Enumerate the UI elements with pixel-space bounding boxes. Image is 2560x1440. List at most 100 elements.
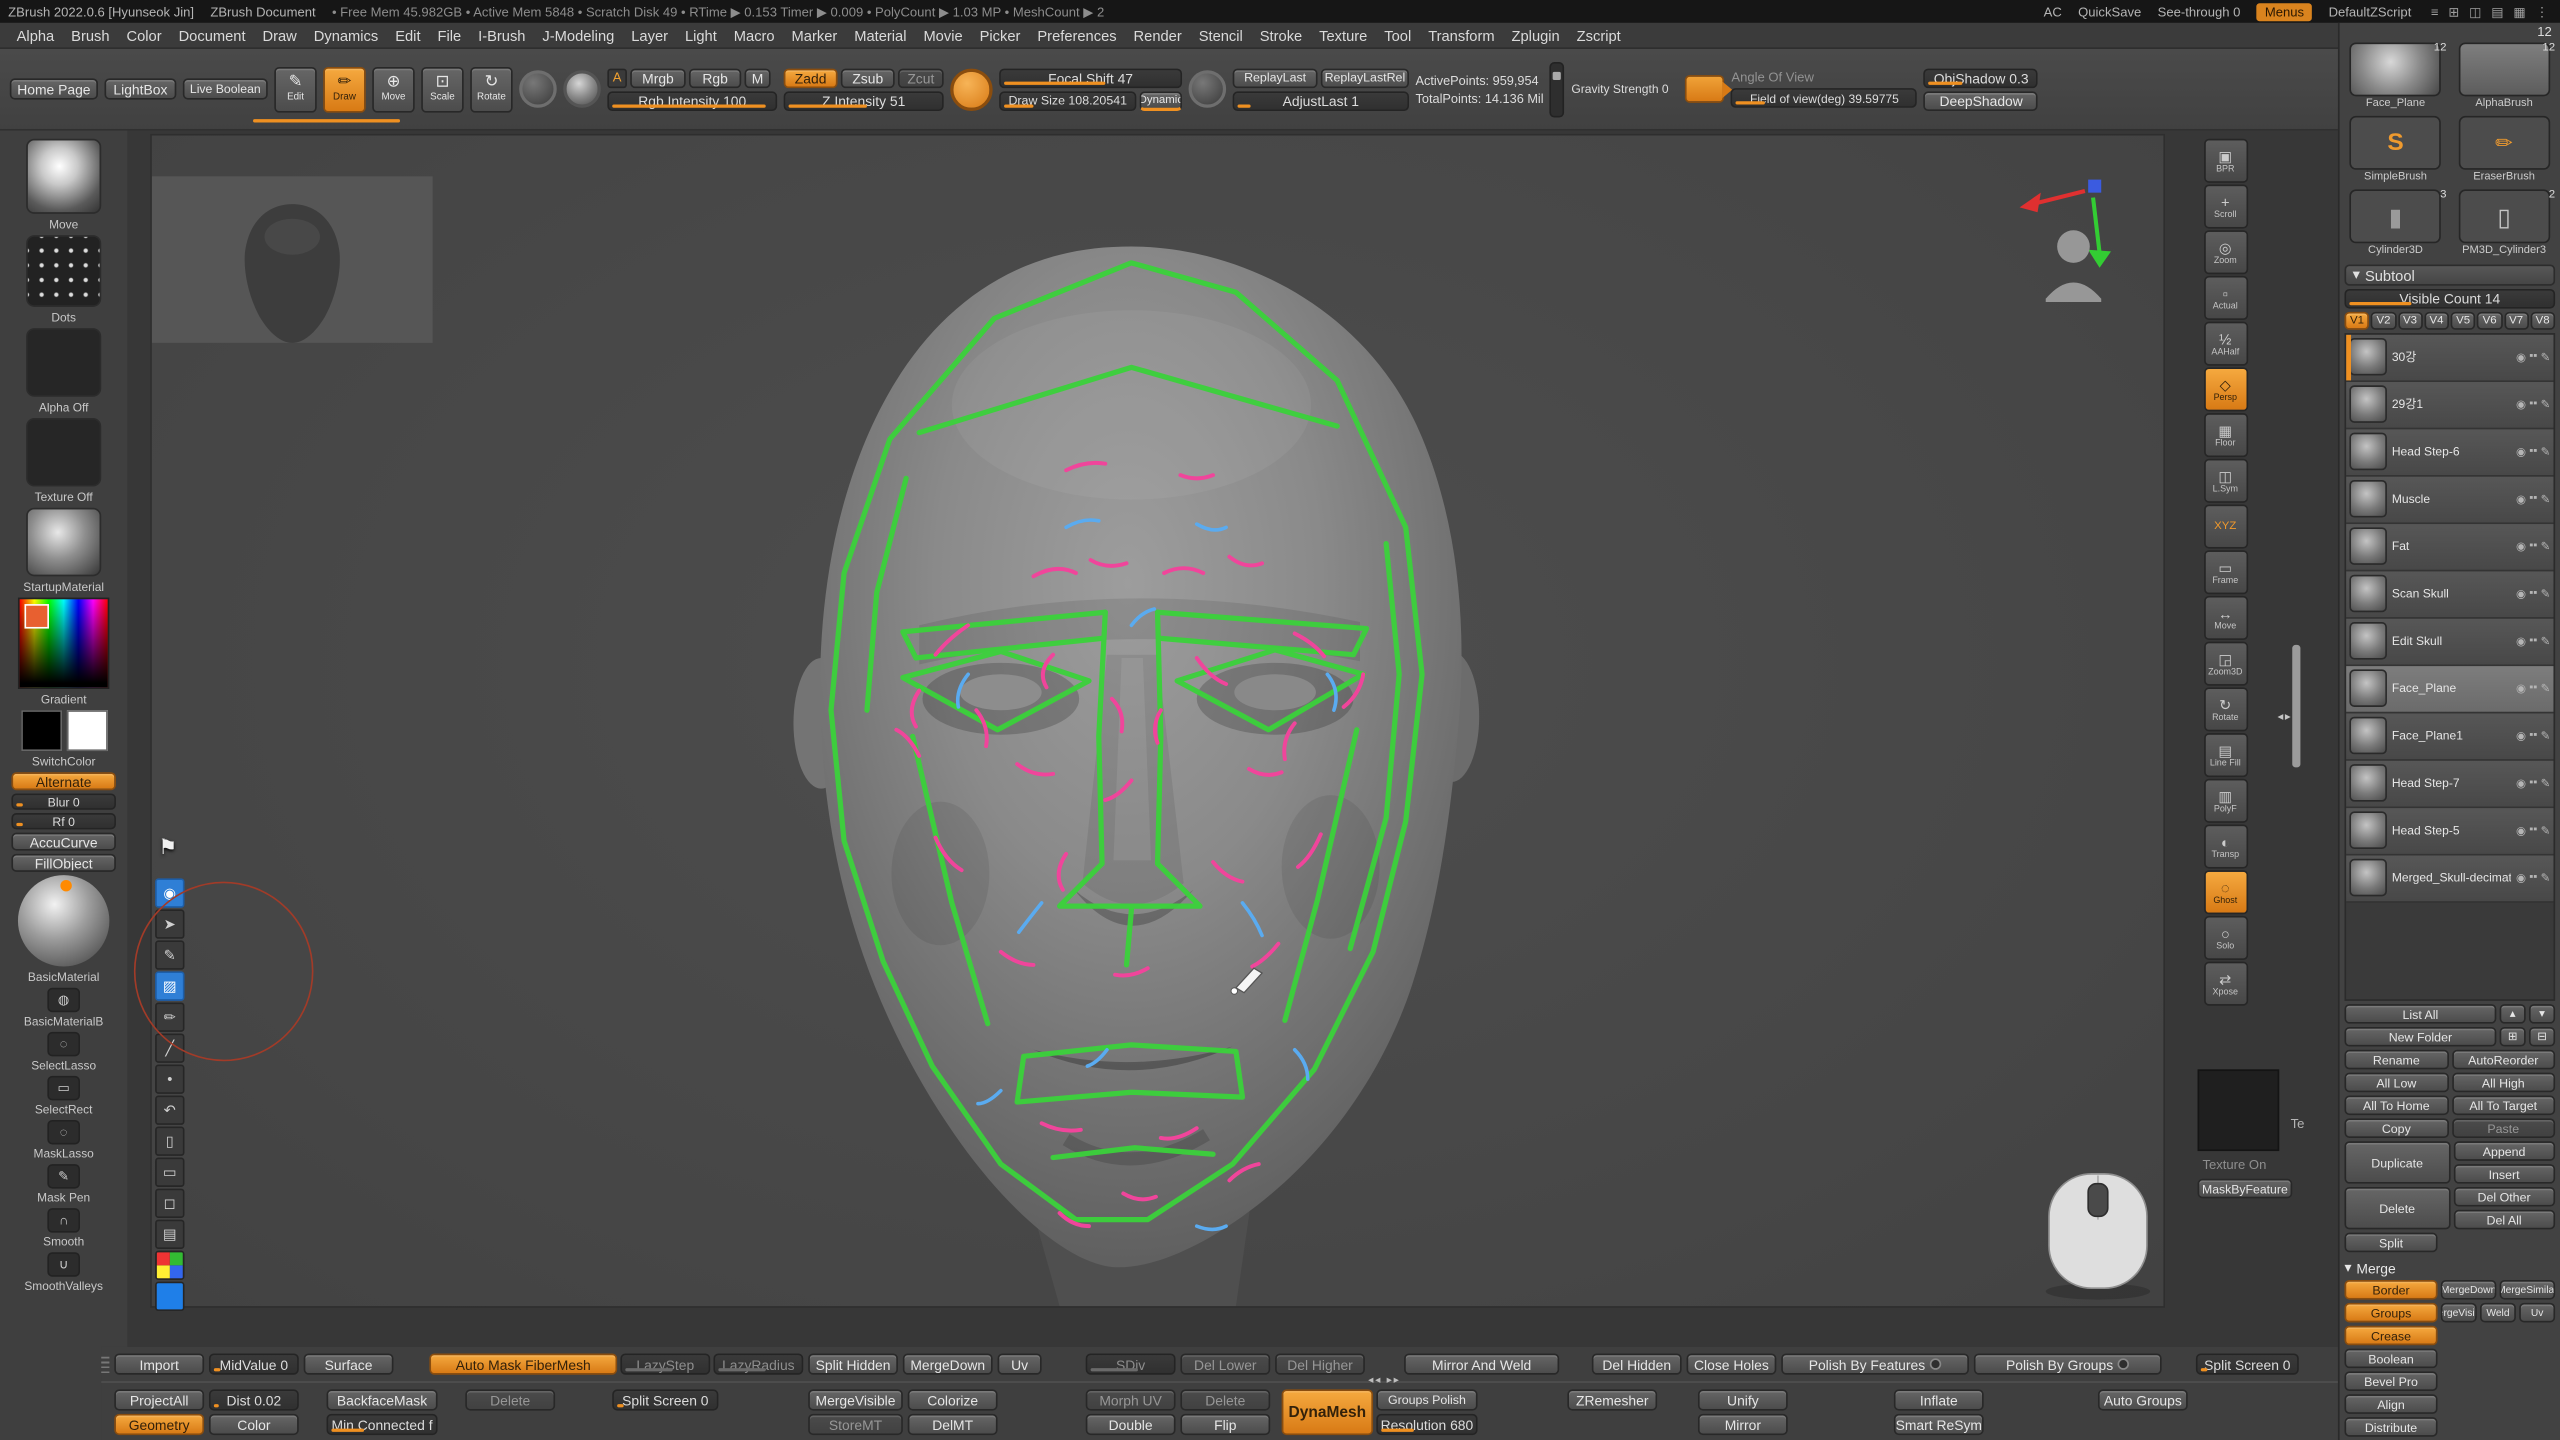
- all-high-button[interactable]: All High: [2451, 1073, 2555, 1093]
- menu-item[interactable]: Tool: [1376, 27, 1420, 43]
- rgb-intensity-slider[interactable]: Rgb Intensity 100: [607, 91, 777, 111]
- color-tab-button[interactable]: Color: [209, 1414, 299, 1435]
- menu-item[interactable]: Color: [118, 27, 170, 43]
- delete-subtool-button[interactable]: Delete: [2344, 1187, 2449, 1229]
- menu-item[interactable]: File: [429, 27, 470, 43]
- layout-grid-icon[interactable]: ▦: [2510, 4, 2529, 19]
- menu-item[interactable]: Layer: [623, 27, 677, 43]
- monitor-icon[interactable]: ▭: [155, 1158, 184, 1187]
- menu-item[interactable]: Texture: [1311, 27, 1376, 43]
- mergevisible-button[interactable]: MergeVisible: [808, 1389, 903, 1410]
- groups-polish-button[interactable]: Groups Polish: [1376, 1389, 1477, 1410]
- default-zscript-button[interactable]: DefaultZScript: [2329, 4, 2412, 19]
- zoom-button[interactable]: ◎ Zoom: [2203, 230, 2247, 274]
- subtool-row[interactable]: Head Step-6 ◉▪▪✎: [2346, 429, 2553, 476]
- double-button[interactable]: Double: [1086, 1414, 1176, 1435]
- polypaint-brush-icon[interactable]: ✎: [2541, 446, 2551, 459]
- menu-item[interactable]: Light: [676, 27, 725, 43]
- uv-toggle-button[interactable]: Uv: [2519, 1303, 2555, 1323]
- polypaint-brush-icon[interactable]: ✎: [2541, 635, 2551, 648]
- split-button[interactable]: Split: [2344, 1233, 2437, 1253]
- accucurve-button[interactable]: AccuCurve: [11, 833, 115, 851]
- menu-item[interactable]: Transform: [1420, 27, 1503, 43]
- frame-button[interactable]: ▭ Frame: [2203, 550, 2247, 594]
- pen-icon[interactable]: ✎: [155, 940, 184, 969]
- polyframe-button[interactable]: ▥ PolyF: [2203, 779, 2247, 823]
- eye-icon[interactable]: ◉: [155, 878, 184, 907]
- close-holes-button[interactable]: Close Holes: [1687, 1353, 1777, 1374]
- visibility-eye-icon[interactable]: ◉: [2516, 777, 2526, 790]
- menu-item[interactable]: Zscript: [1568, 27, 1629, 43]
- ghost-button[interactable]: ◌ Ghost: [2203, 870, 2247, 914]
- menu-item[interactable]: Draw: [254, 27, 305, 43]
- zcut-button[interactable]: Zcut: [898, 68, 944, 88]
- auto-groups-button[interactable]: Auto Groups: [2098, 1389, 2188, 1410]
- material-preview-icon[interactable]: [563, 70, 601, 108]
- trash-icon[interactable]: ▯: [155, 1127, 184, 1156]
- draw-button[interactable]: ✏Draw: [323, 66, 365, 112]
- document-canvas[interactable]: ⚑ ◉➤✎▨✏╱•↶▯▭◻▤: [152, 136, 2163, 1307]
- visibility-eye-icon[interactable]: ◉: [2516, 872, 2526, 885]
- scroll-button[interactable]: + Scroll: [2203, 184, 2247, 228]
- duplicate-button[interactable]: Duplicate: [2344, 1141, 2449, 1183]
- actual-size-button[interactable]: ▫ Actual: [2203, 276, 2247, 320]
- spotlight-pin-icon[interactable]: ⚑: [158, 834, 177, 860]
- menu-item[interactable]: Render: [1125, 27, 1190, 43]
- layout-rows-icon[interactable]: ▤: [2488, 4, 2507, 19]
- tool-tray-item[interactable]: 12 AlphaBrush: [2453, 42, 2555, 111]
- mask-by-feature-button[interactable]: MaskByFeature: [2198, 1179, 2293, 1199]
- lazystep-slider[interactable]: LazyStep: [620, 1353, 710, 1374]
- subtool-row[interactable]: Head Step-5 ◉▪▪✎: [2346, 808, 2553, 855]
- tool-tray-item[interactable]: 12 Face_Plane: [2344, 42, 2446, 111]
- menu-item[interactable]: Document: [170, 27, 254, 43]
- zremesher-button[interactable]: ZRemesher: [1567, 1389, 1657, 1410]
- polypaint-brush-icon[interactable]: ✎: [2541, 398, 2551, 411]
- mergevisible-subtool-button[interactable]: MergeVisible: [2441, 1303, 2477, 1323]
- move-button[interactable]: ⊕Move: [372, 66, 414, 112]
- sculptris-pro-toggle[interactable]: [950, 68, 992, 110]
- menu-item[interactable]: Marker: [783, 27, 846, 43]
- rotate-canvas-button[interactable]: ↻ Rotate: [2203, 687, 2247, 731]
- polish-by-groups-button[interactable]: Polish By Groups: [1974, 1353, 2162, 1374]
- del-hidden-button[interactable]: Del Hidden: [1592, 1353, 1682, 1374]
- merge-section-header[interactable]: ▾Merge: [2344, 1259, 2555, 1277]
- delmt-button[interactable]: DelMT: [908, 1414, 998, 1435]
- subtool-up-icon[interactable]: ▴: [2500, 1004, 2526, 1024]
- mask-lasso-item[interactable]: ◌MaskLasso: [34, 1120, 94, 1161]
- subtool-row[interactable]: 29강1 ◉▪▪✎: [2346, 382, 2553, 429]
- perspective-button[interactable]: ◇ Persp: [2203, 367, 2247, 411]
- uv-button[interactable]: Uv: [998, 1353, 1042, 1374]
- menu-item[interactable]: I-Brush: [470, 27, 534, 43]
- polypaint-brush-icon[interactable]: ✎: [2541, 351, 2551, 364]
- mask-pen-item[interactable]: ✎Mask Pen: [37, 1164, 90, 1205]
- mirror-and-weld-button[interactable]: Mirror And Weld: [1404, 1353, 1559, 1374]
- menu-item[interactable]: Stroke: [1251, 27, 1310, 43]
- line-fill-button[interactable]: ▤ Line Fill: [2203, 733, 2247, 777]
- scale-button[interactable]: ⊡Scale: [421, 66, 463, 112]
- surface-button[interactable]: Surface: [304, 1353, 394, 1374]
- backfacemask-button[interactable]: BackfaceMask: [327, 1389, 438, 1410]
- floor-grid-button[interactable]: ▦ Floor: [2203, 413, 2247, 457]
- all-low-button[interactable]: All Low: [2344, 1073, 2448, 1093]
- subtool-row[interactable]: Merged_Skull-decimation2_5 ◉▪▪✎: [2346, 855, 2553, 902]
- rotate-button[interactable]: ↻Rotate: [470, 66, 512, 112]
- subtool-row[interactable]: Muscle ◉▪▪✎: [2346, 477, 2553, 524]
- subtool-row[interactable]: Face_Plane1 ◉▪▪✎: [2346, 713, 2553, 760]
- texture-preview[interactable]: Te: [2198, 1069, 2280, 1151]
- visibility-eye-icon[interactable]: ◉: [2516, 540, 2526, 553]
- undo-icon[interactable]: ↶: [155, 1096, 184, 1125]
- visibility-eye-icon[interactable]: ◉: [2516, 682, 2526, 695]
- list-all-button[interactable]: List All: [2344, 1004, 2496, 1024]
- menu-item[interactable]: Material: [846, 27, 915, 43]
- visibility-eye-icon[interactable]: ◉: [2516, 824, 2526, 837]
- visibility-eye-icon[interactable]: ◉: [2516, 398, 2526, 411]
- quicksave-button[interactable]: QuickSave: [2078, 4, 2141, 19]
- add-view-icon[interactable]: ⊞: [2445, 4, 2462, 19]
- solo-button[interactable]: ○ Solo: [2203, 916, 2247, 960]
- visibility-eye-icon[interactable]: ◉: [2516, 446, 2526, 459]
- obj-shadow-slider[interactable]: ObjShadow 0.3: [1924, 68, 2038, 88]
- mrgb-button[interactable]: Mrgb: [630, 68, 686, 88]
- transparency-button[interactable]: ◐ Transp: [2203, 824, 2247, 868]
- midvalue-slider[interactable]: MidValue 0: [209, 1353, 299, 1374]
- select-lasso-item[interactable]: ◌SelectLasso: [31, 1032, 96, 1073]
